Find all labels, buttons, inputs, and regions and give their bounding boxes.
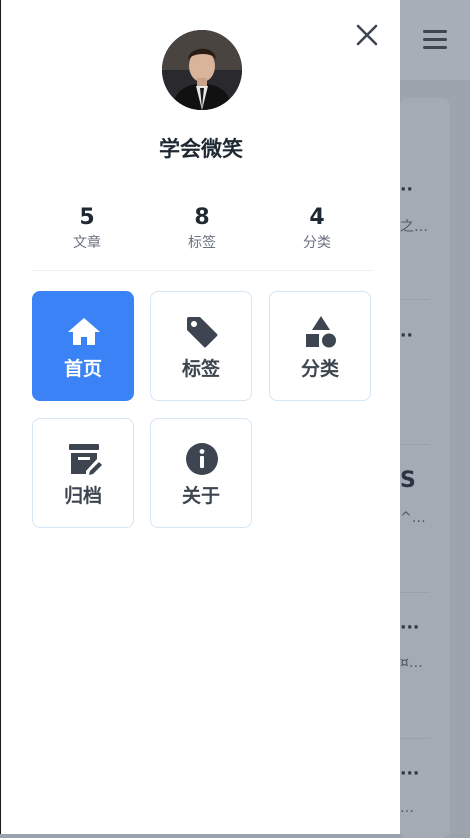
post-title-fragment: S — [400, 468, 416, 493]
post-excerpt-fragment: ^… — [400, 510, 426, 526]
menu-icon — [423, 30, 447, 50]
avatar[interactable] — [162, 30, 242, 110]
post-excerpt-fragment: … — [400, 800, 414, 816]
stat-tags[interactable]: 8 标签 — [162, 204, 242, 254]
stat-label: 分类 — [303, 235, 331, 251]
divider — [400, 738, 430, 739]
author-name: 学会微笑 — [159, 137, 243, 161]
nav-label: 分类 — [300, 358, 339, 380]
nav-label: 关于 — [181, 485, 220, 507]
divider — [400, 299, 430, 300]
post-excerpt-fragment: ¤… — [400, 655, 423, 671]
home-icon — [66, 314, 102, 350]
post-title-fragment: ·· — [400, 180, 413, 200]
nav-label: 归档 — [63, 485, 102, 507]
nav-categories-button[interactable]: 分类 — [269, 291, 371, 401]
post-excerpt-fragment: 之… — [400, 219, 428, 235]
stat-label: 标签 — [188, 235, 216, 251]
stat-posts[interactable]: 5 文章 — [47, 204, 127, 254]
stat-value: 5 — [79, 205, 95, 230]
info-icon — [184, 441, 220, 477]
nav-tags-button[interactable]: 标签 — [150, 291, 252, 401]
nav-label: 标签 — [181, 358, 220, 380]
nav-label: 首页 — [63, 358, 102, 380]
stats-bar: 5 文章 8 标签 4 分类 — [31, 204, 373, 271]
post-title-fragment: ··· — [400, 618, 420, 638]
tag-icon — [184, 314, 220, 350]
nav-archive-button[interactable]: 归档 — [32, 418, 134, 528]
stat-categories[interactable]: 4 分类 — [277, 204, 357, 254]
divider — [400, 592, 430, 593]
shapes-icon — [303, 314, 339, 350]
stat-value: 4 — [309, 205, 325, 230]
close-icon[interactable] — [355, 23, 379, 47]
sidebar-drawer: 学会微笑 5 文章 8 标签 4 分类 首页 标签 分类 归档 关于 — [0, 0, 400, 834]
nav-home-button[interactable]: 首页 — [32, 291, 134, 401]
nav-about-button[interactable]: 关于 — [150, 418, 252, 528]
archive-icon — [66, 441, 102, 477]
post-title-fragment: ··· — [400, 764, 420, 784]
stat-label: 文章 — [73, 235, 101, 251]
post-title-fragment: ·· — [400, 326, 413, 346]
divider — [400, 444, 430, 445]
stat-value: 8 — [194, 205, 210, 230]
